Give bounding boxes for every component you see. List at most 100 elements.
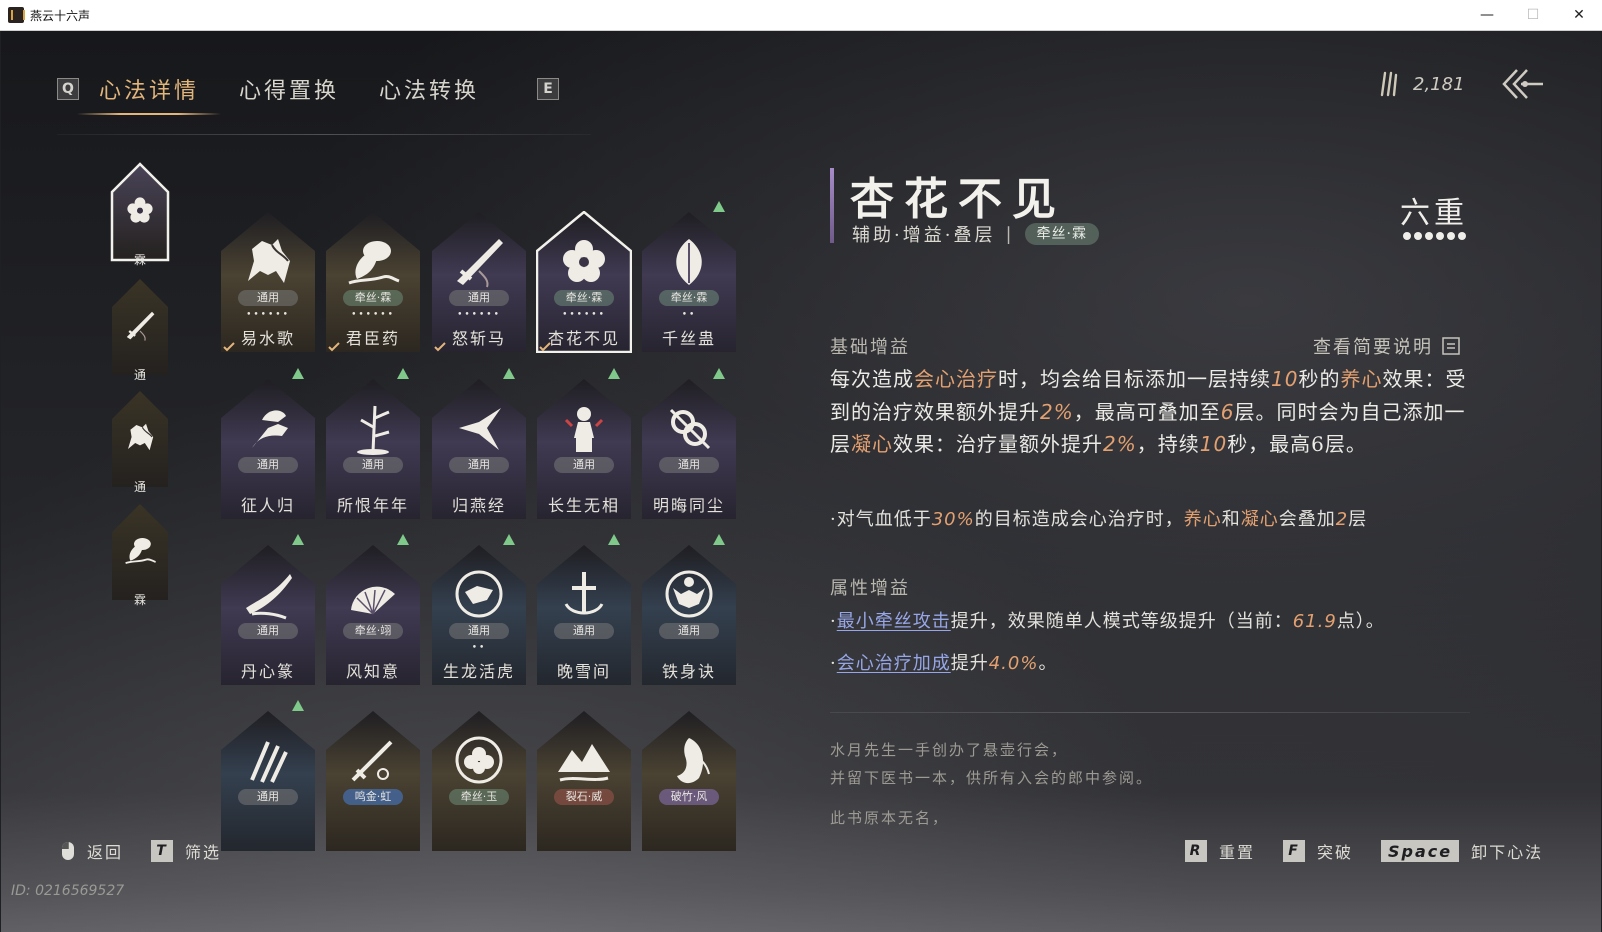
tier-dot <box>1447 232 1455 240</box>
card-tag: 鸣金·虹 <box>343 789 403 805</box>
card-level-dots: •••••• <box>457 310 501 320</box>
view-summary-button[interactable]: 查看简要说明 <box>1313 333 1461 359</box>
card-tag: 通用 <box>238 789 298 805</box>
card-art <box>238 564 298 624</box>
skill-card[interactable]: 通用 •••••• 易水歌 <box>220 211 316 353</box>
card-name: 归燕经 <box>451 496 506 515</box>
currency-display: 2,181 <box>1379 71 1465 97</box>
skill-card[interactable]: 鸣金·虹 <box>325 710 421 852</box>
skill-card[interactable]: 通用 •• 生龙活虎 <box>431 534 527 686</box>
low-health-bonus-line: ·对气血低于30%的目标造成会心治疗时，养心和凝心会叠加2层 <box>830 509 1368 530</box>
filter-key: T <box>151 840 173 862</box>
card-level-dots: •• <box>471 643 487 653</box>
horse-icon <box>248 239 290 283</box>
skill-card[interactable]: 通用 晚雪间 <box>536 534 632 686</box>
upgrade-arrow-icon <box>292 534 304 545</box>
brush-icon <box>246 574 292 620</box>
reset-hint-label: 重置 <box>1219 843 1256 862</box>
card-tag: 通用 <box>554 457 614 473</box>
card-art <box>659 730 719 790</box>
equipped-slot-4[interactable]: 霖 <box>110 502 170 607</box>
skill-card[interactable]: 通用 <box>220 700 316 852</box>
upgrade-arrow-icon <box>713 534 725 545</box>
skill-card[interactable]: 通用 明晦同尘 <box>641 368 737 520</box>
card-art <box>449 398 509 458</box>
skill-card[interactable]: 通用 归燕经 <box>431 368 527 520</box>
card-level-dots: •••••• <box>246 310 290 320</box>
card-name: 长生无相 <box>547 496 620 515</box>
lore-divider <box>830 712 1470 713</box>
base-gain-heading: 基础增益 <box>830 337 910 358</box>
slot-badge: 霖 <box>133 593 146 607</box>
lore-line-3: 此书原本无名， <box>830 809 950 827</box>
feather-currency-icon <box>1380 71 1398 97</box>
tier-dot <box>1425 232 1433 240</box>
skill-card[interactable]: 裂石·威 <box>536 710 632 852</box>
skill-card[interactable]: 牵丝·霖 •• 千丝蛊 <box>641 201 737 353</box>
skill-card[interactable]: 牵丝·霖 •••••• 君臣药 <box>325 211 421 353</box>
skill-card[interactable]: 通用 征人归 <box>220 368 316 520</box>
skill-card[interactable]: 通用 •••••• 怒斩马 <box>431 211 527 353</box>
unequip-hint[interactable]: Space 卸下心法 <box>1381 839 1543 863</box>
card-name: 所恨年年 <box>336 496 409 515</box>
skill-card[interactable]: 通用 铁身诀 <box>641 534 737 686</box>
tab-replace[interactable]: 心得置换 <box>239 73 339 105</box>
fan-icon <box>351 586 395 615</box>
equipped-slot-1[interactable]: 霖 <box>110 162 170 267</box>
skill-card[interactable]: 破竹·风 <box>641 710 737 852</box>
card-art <box>449 231 509 291</box>
card-art <box>659 564 719 624</box>
upgrade-arrow-icon <box>397 534 409 545</box>
filter-hint[interactable]: T 筛选 <box>151 839 221 863</box>
skill-card[interactable]: 通用 长生无相 <box>536 368 632 520</box>
upgrade-arrow-icon <box>608 534 620 545</box>
back-hint[interactable]: 返回 <box>61 839 123 863</box>
skill-card[interactable]: 通用 所恨年年 <box>325 368 421 520</box>
crit-heal-bonus-link[interactable]: 会心治疗加成 <box>837 653 951 674</box>
equipped-check-icon <box>223 342 235 352</box>
break-hint[interactable]: F 突破 <box>1283 839 1353 863</box>
swallow-icon <box>459 408 501 450</box>
reset-key: R <box>1185 840 1207 862</box>
close-button[interactable]: ✕ <box>1556 0 1602 31</box>
currency-value: 2,181 <box>1413 73 1465 95</box>
slot-icon-wrap <box>122 307 158 343</box>
sword-icon <box>351 740 393 782</box>
skill-subtitle: 辅助·增益·叠层 | 牵丝·霖 <box>852 221 1099 247</box>
view-summary-label: 查看简要说明 <box>1313 337 1433 358</box>
upgrade-arrow-icon <box>503 534 515 545</box>
unequip-hint-label: 卸下心法 <box>1471 843 1544 862</box>
next-tab-key[interactable]: E <box>537 78 560 100</box>
back-arrow-button[interactable] <box>1501 67 1545 105</box>
card-tag: 通用 <box>554 623 614 639</box>
tabs-divider <box>57 134 591 135</box>
card-tag: 通用 <box>238 457 298 473</box>
card-art <box>554 231 614 291</box>
card-name: 生龙活虎 <box>442 662 515 681</box>
prev-tab-key[interactable]: Q <box>57 78 79 100</box>
skill-card[interactable]: 牵丝·翊 风知意 <box>325 534 421 686</box>
skill-card[interactable]: 牵丝·霖 •••••• 杏花不见 <box>536 211 632 353</box>
card-tag: 通用 <box>449 623 509 639</box>
card-art <box>343 231 403 291</box>
equipped-slot-3[interactable]: 通 <box>110 389 170 494</box>
tab-convert[interactable]: 心法转换 <box>379 73 479 105</box>
card-name: 千丝蛊 <box>661 329 716 348</box>
tab-details[interactable]: 心法详情 <box>76 73 222 115</box>
lore-line-2: 并留下医书一本，供所有入会的郎中参阅。 <box>830 769 1154 787</box>
skill-card[interactable]: 通用 丹心篆 <box>220 534 316 686</box>
reset-hint[interactable]: R 重置 <box>1185 839 1255 863</box>
attribute-line-1: ·最小牵丝攻击提升，效果随单人模式等级提升（当前：61.9点）。 <box>830 611 1385 632</box>
skill-card[interactable]: 牵丝·玉 <box>431 710 527 852</box>
water-jar-icon <box>348 241 400 285</box>
card-art <box>659 398 719 458</box>
maximize-button[interactable]: ☐ <box>1510 0 1556 31</box>
upgrade-arrow-icon <box>713 201 725 212</box>
minimize-button[interactable]: — <box>1464 0 1510 31</box>
slot-badge: 通 <box>133 368 146 382</box>
min-silk-attack-link[interactable]: 最小牵丝攻击 <box>837 611 951 632</box>
card-name: 征人归 <box>240 496 295 515</box>
subtitle-separator: | <box>1005 223 1015 245</box>
equipped-slot-2[interactable]: 通 <box>110 277 170 382</box>
card-art <box>554 564 614 624</box>
